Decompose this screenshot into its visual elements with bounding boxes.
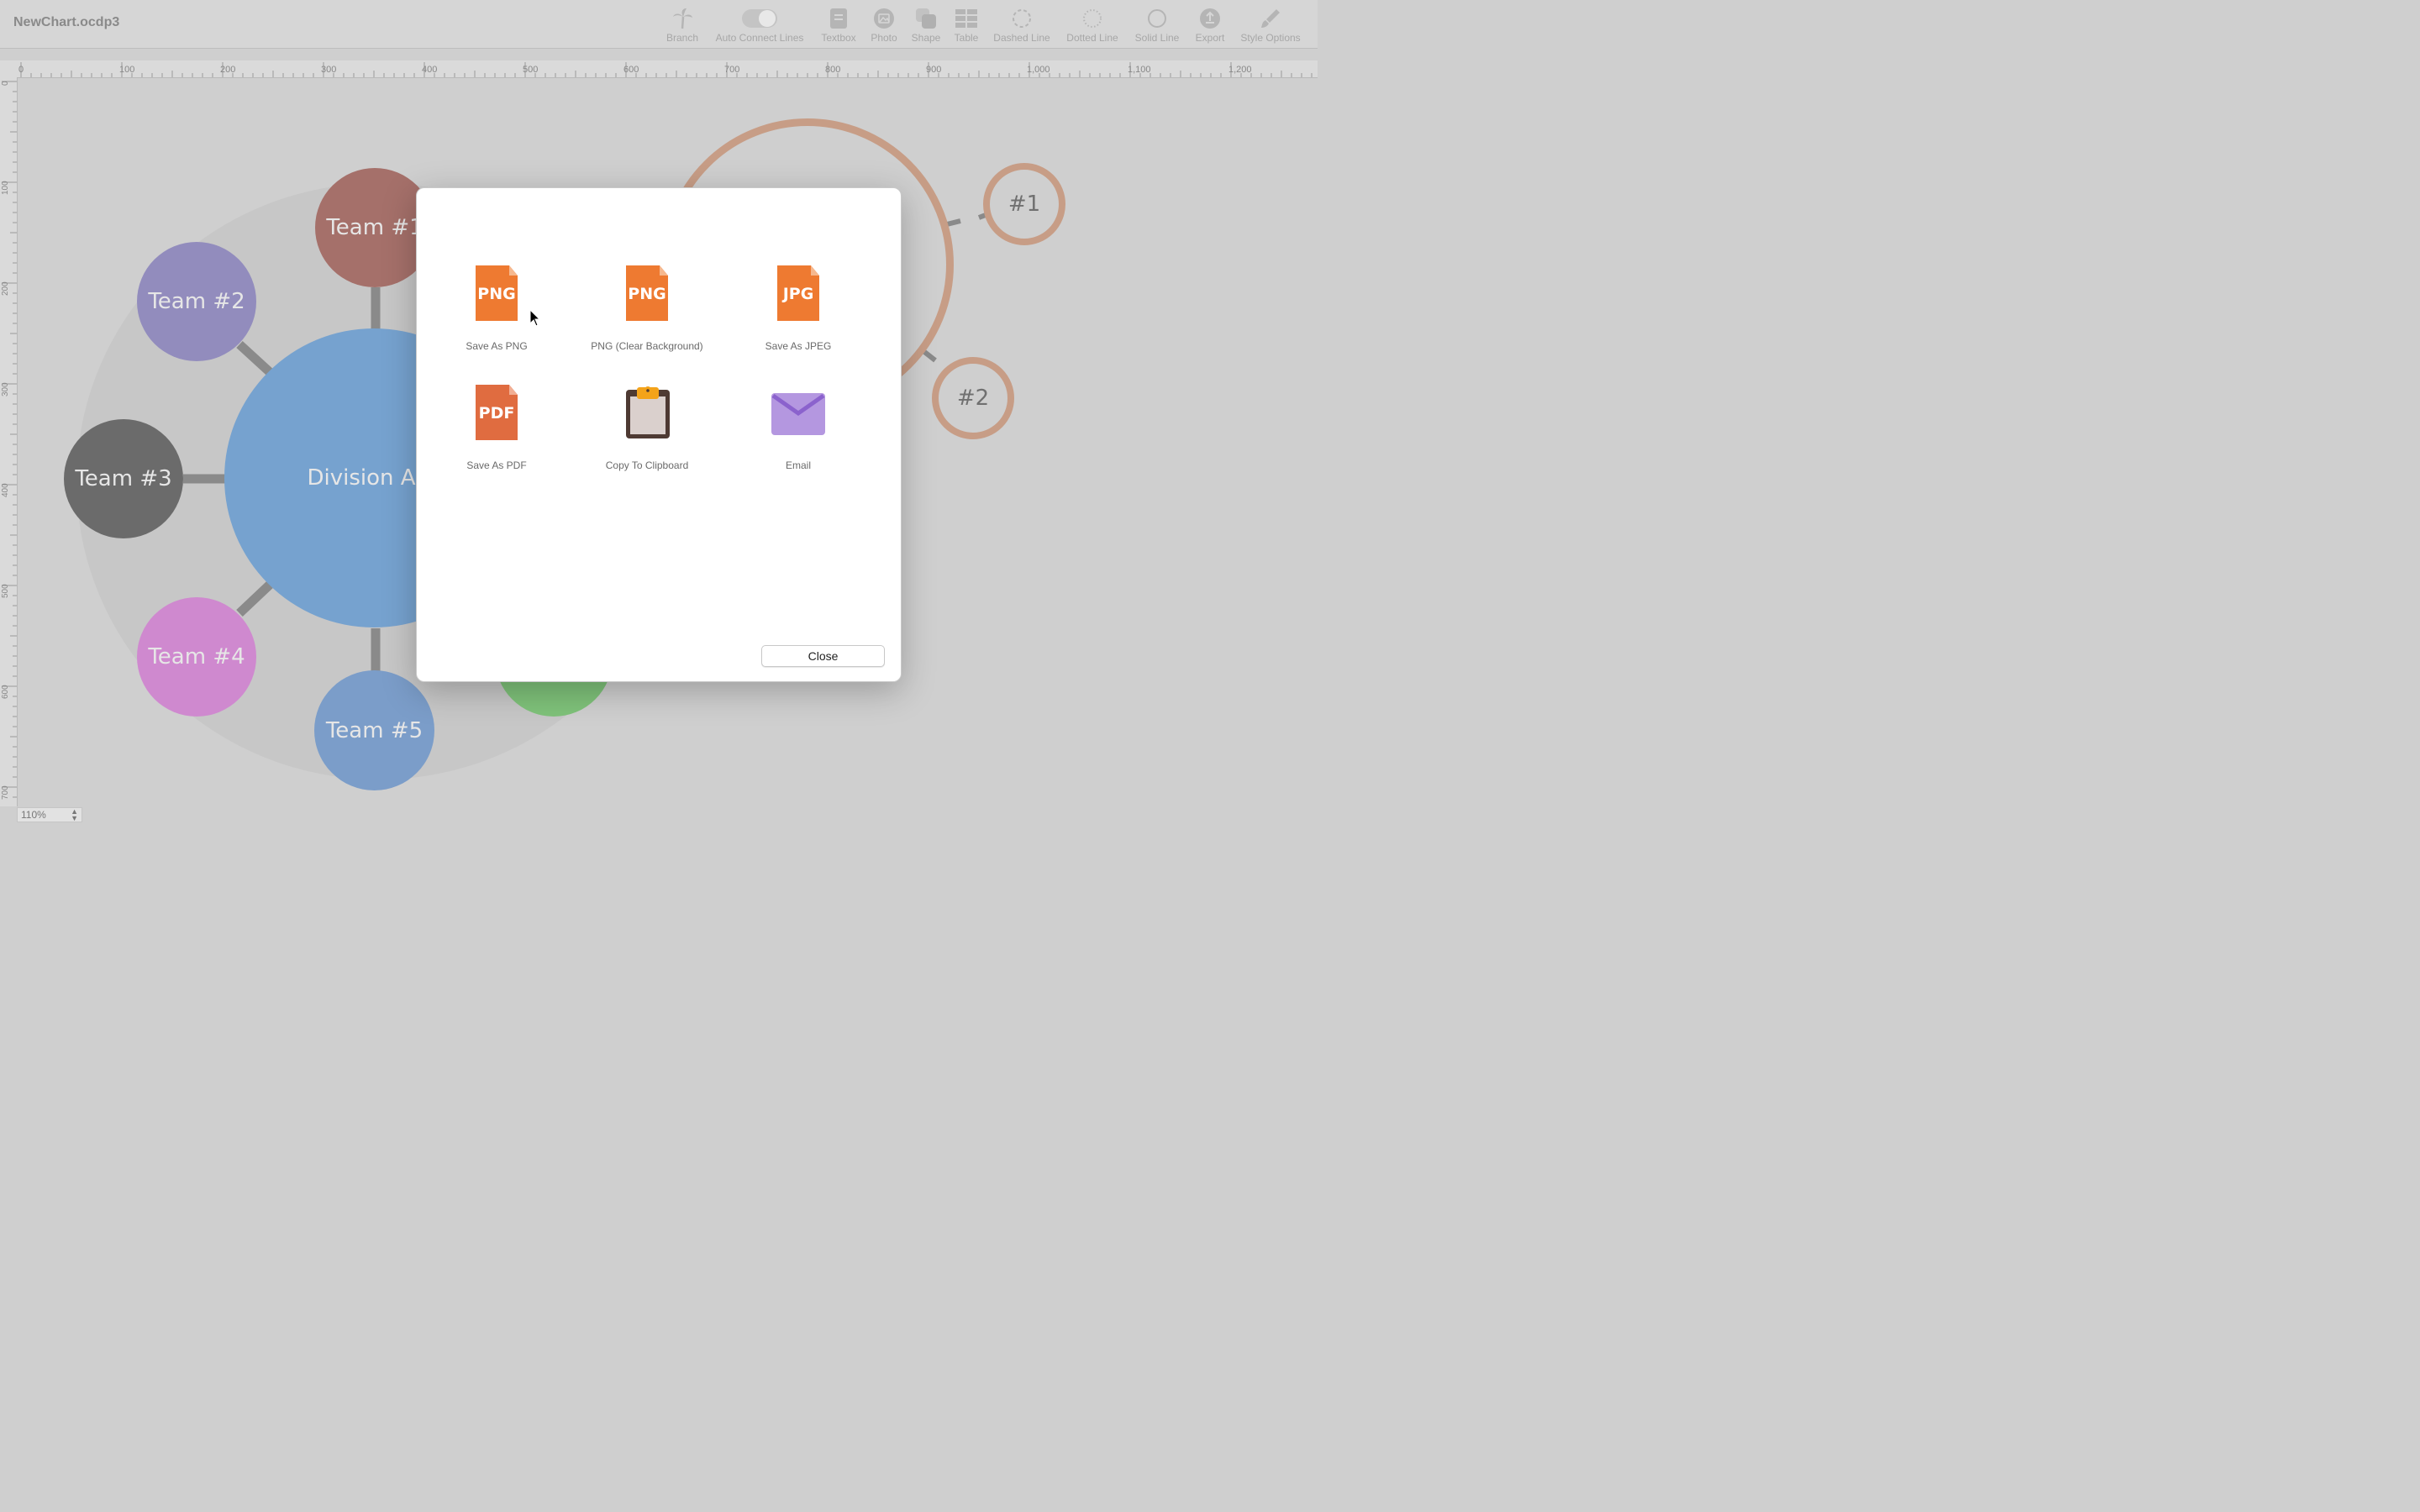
toolbar-photo-label: Photo xyxy=(871,32,897,44)
toolbar-export-button[interactable]: Export xyxy=(1192,7,1228,44)
toolbar-textbox-button[interactable]: Textbox xyxy=(817,7,860,44)
shape-icon xyxy=(908,7,944,30)
copy-to-clipboard-label: Copy To Clipboard xyxy=(605,459,689,471)
ruler-tick-label: 900 xyxy=(926,65,942,75)
ruler-tick-label: 100 xyxy=(119,65,135,75)
export-icon xyxy=(1192,7,1228,30)
toolbar-style-options-label: Style Options xyxy=(1240,32,1301,44)
ruler-tick-label: 800 xyxy=(825,65,841,75)
table-icon xyxy=(950,7,983,30)
save-as-jpeg-label: Save As JPEG xyxy=(765,340,832,352)
ruler-tick-label: 600 xyxy=(623,65,639,75)
auto-connect-lines-label: Auto Connect Lines xyxy=(715,32,804,44)
toggle-switch[interactable] xyxy=(742,9,777,28)
png-clear-background-option[interactable]: PNG PNG (Clear Background) xyxy=(580,265,714,352)
save-as-pdf-label: Save As PDF xyxy=(466,459,527,471)
stepper-arrows-icon[interactable]: ▲ ▼ xyxy=(71,808,78,822)
ruler-tick-label: 500 xyxy=(1,584,10,598)
toolbar-shape-label: Shape xyxy=(911,32,941,44)
toolbar-branch-button[interactable]: Branch xyxy=(664,7,701,44)
save-as-pdf-option[interactable]: PDF Save As PDF xyxy=(429,385,564,471)
png-file-icon: PNG xyxy=(476,265,518,321)
envelope-icon xyxy=(771,393,825,435)
save-as-png-option[interactable]: PNG Save As PNG xyxy=(429,265,564,352)
clipboard-icon xyxy=(626,386,670,438)
toolbar-table-label: Table xyxy=(954,32,979,44)
ruler-tick-label: 1,100 xyxy=(1128,65,1151,75)
save-as-png-label: Save As PNG xyxy=(466,340,528,352)
ruler-tick-label: 1,200 xyxy=(1228,65,1252,75)
toolbar-photo-button[interactable]: Photo xyxy=(865,7,902,44)
jpg-file-icon: JPG xyxy=(777,265,819,321)
mouse-cursor-icon xyxy=(529,309,541,327)
ruler-tick-label: 700 xyxy=(1,785,10,800)
email-option[interactable]: Email xyxy=(731,385,865,471)
save-as-jpeg-option[interactable]: JPG Save As JPEG xyxy=(731,265,865,352)
toolbar-branch-label: Branch xyxy=(666,32,699,44)
email-label: Email xyxy=(785,459,811,471)
ruler-tick-label: 300 xyxy=(1,382,10,396)
toolbar-export-label: Export xyxy=(1195,32,1225,44)
node-ring-2[interactable]: #2 xyxy=(932,357,1014,439)
photo-icon xyxy=(865,7,902,30)
toolbar-solid-line-button[interactable]: Solid Line xyxy=(1131,7,1183,44)
node-division-a-label: Division A xyxy=(307,465,416,491)
toolbar-dashed-line-label: Dashed Line xyxy=(993,32,1050,44)
ruler-tick-label: 200 xyxy=(220,65,236,75)
icon-text: JPG xyxy=(781,285,814,303)
ruler-tick-label: 700 xyxy=(724,65,740,75)
close-button[interactable]: Close xyxy=(761,645,885,667)
dashed-circle-icon xyxy=(990,7,1054,30)
ruler-tick-label: 500 xyxy=(523,65,539,75)
toolbar-dotted-line-label: Dotted Line xyxy=(1066,32,1118,44)
icon-text: PNG xyxy=(628,285,666,303)
node-team-4[interactable]: Team #4 xyxy=(137,597,256,717)
toolbar-style-options-button[interactable]: Style Options xyxy=(1235,7,1306,44)
toolbar-shape-button[interactable]: Shape xyxy=(908,7,944,44)
toolbar: NewChart.ocdp3 Branch Auto Connect Lines… xyxy=(0,0,1318,49)
node-team-2[interactable]: Team #2 xyxy=(137,242,256,361)
icon-text: PNG xyxy=(477,285,515,303)
toolbar-textbox-label: Textbox xyxy=(821,32,856,44)
dotted-circle-icon xyxy=(1062,7,1123,30)
vertical-ruler: 0 100 200 300 400 500 600 700 xyxy=(0,77,18,806)
ruler-tick-label: 400 xyxy=(422,65,438,75)
export-dialog: PNG Save As PNG PNG PNG (Clear Backgroun… xyxy=(416,187,902,682)
palm-tree-icon xyxy=(664,7,701,30)
solid-circle-icon xyxy=(1131,7,1183,30)
ruler-tick-label: 100 xyxy=(1,181,10,195)
textbox-icon xyxy=(817,7,860,30)
toolbar-dashed-line-button[interactable]: Dashed Line xyxy=(990,7,1054,44)
auto-connect-lines-toggle[interactable]: Auto Connect Lines xyxy=(711,7,808,44)
copy-to-clipboard-option[interactable]: Copy To Clipboard xyxy=(580,385,714,471)
node-team-3[interactable]: Team #3 xyxy=(64,419,183,538)
png-clear-background-label: PNG (Clear Background) xyxy=(591,340,703,352)
paintbrush-icon xyxy=(1235,7,1306,30)
toolbar-solid-line-label: Solid Line xyxy=(1134,32,1180,44)
horizontal-ruler: 0 100 200 300 400 500 600 700 800 900 1,… xyxy=(0,60,1318,78)
toolbar-table-button[interactable]: Table xyxy=(950,7,983,44)
toolbar-dotted-line-button[interactable]: Dotted Line xyxy=(1062,7,1123,44)
ruler-tick-label: 1,000 xyxy=(1027,65,1050,75)
zoom-value: 110% xyxy=(21,809,46,821)
png-file-icon: PNG xyxy=(626,265,668,321)
pdf-file-icon: PDF xyxy=(476,385,518,440)
ruler-tick-label: 600 xyxy=(1,685,10,699)
ruler-tick-label: 0 xyxy=(1,81,10,86)
ruler-tick-label: 400 xyxy=(1,483,10,497)
ruler-tick-label: 200 xyxy=(1,281,10,296)
ruler-tick-label: 300 xyxy=(321,65,337,75)
node-team-5[interactable]: Team #5 xyxy=(314,670,434,790)
ruler-tick-label: 0 xyxy=(18,65,24,75)
window-title: NewChart.ocdp3 xyxy=(13,15,120,29)
icon-text: PDF xyxy=(479,404,515,423)
node-ring-1[interactable]: #1 xyxy=(983,163,1065,245)
zoom-stepper[interactable]: 110% ▲ ▼ xyxy=(17,807,82,822)
